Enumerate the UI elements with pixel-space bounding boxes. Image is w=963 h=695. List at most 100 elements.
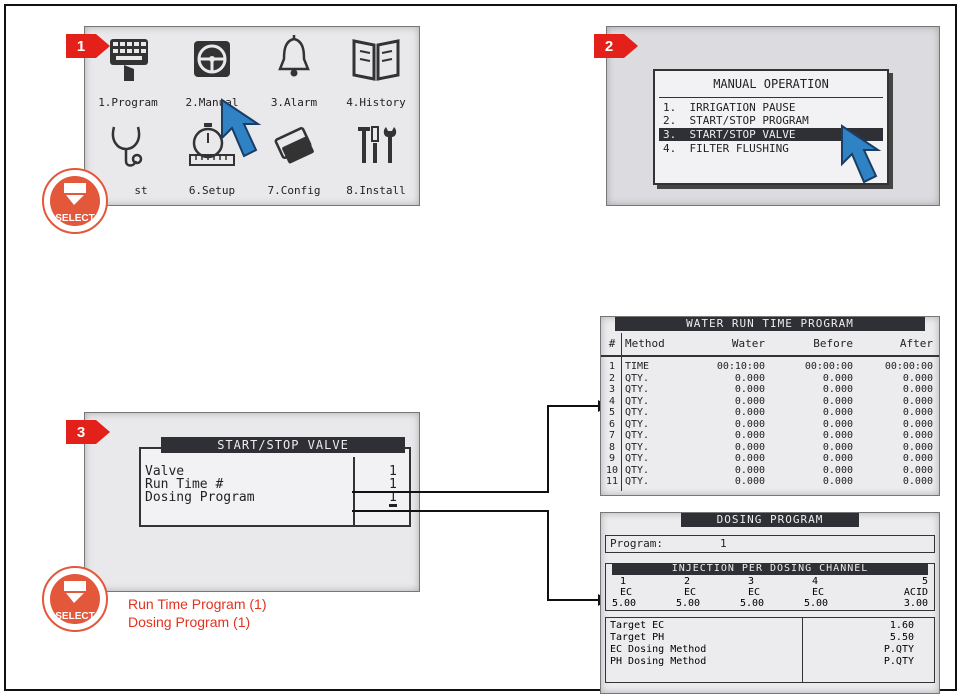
table-cell: 0.000	[734, 453, 765, 464]
table-cell: 0.000	[734, 395, 765, 407]
channel-type: EC	[620, 587, 633, 598]
table-cell: QTY.	[625, 407, 650, 418]
channel-value: 5.00	[676, 598, 701, 609]
table-cell: QTY.	[625, 430, 650, 441]
table-cell: 0.000	[902, 464, 933, 476]
table-row[interactable]: 7 QTY. 0.000 0.000 0.000	[601, 430, 939, 441]
table-header: # Method Water Before After	[601, 333, 939, 357]
column-header: #	[608, 337, 616, 350]
channel-type: EC	[684, 587, 697, 598]
injection-channel[interactable]: 3 EC 5.00	[740, 576, 800, 610]
table-cell: 0.000	[822, 384, 853, 395]
table-row[interactable]: 10 QTY. 0.000 0.000 0.000	[601, 465, 939, 476]
table-row[interactable]: 6 QTY. 0.000 0.000 0.000	[601, 419, 939, 430]
table-row[interactable]: 2 QTY. 0.000 0.000 0.000	[601, 373, 939, 384]
table-cell: 0.000	[902, 430, 933, 441]
param-value: 1.60	[889, 620, 914, 631]
table-cell: QTY.	[625, 372, 650, 384]
param-row[interactable]: PH Dosing Method P.QTY	[606, 656, 934, 668]
dosing-program-screen: DOSING PROGRAM Program: 1 INJECTION PER …	[600, 512, 940, 694]
table-cell: 3	[608, 384, 616, 395]
table-cell: 11	[605, 476, 619, 487]
injection-box: INJECTION PER DOSING CHANNEL 1 EC 5.00 2 EC 5…	[605, 563, 935, 611]
table-cell: QTY.	[625, 464, 650, 476]
table-cell: 0.000	[902, 372, 933, 384]
table-cell: 0.000	[734, 476, 765, 487]
channel-type: EC	[748, 587, 761, 598]
table-cell: 0.000	[822, 453, 853, 464]
table-cell: 00:10:00	[716, 361, 765, 372]
table-cell: 0.000	[902, 453, 933, 464]
injection-title: INJECTION PER DOSING CHANNEL	[612, 563, 928, 575]
channel-type: ACID	[903, 587, 928, 598]
injection-channel[interactable]: 5 ACID 3.00	[868, 576, 928, 610]
water-run-time-title: WATER RUN TIME PROGRAM	[615, 317, 925, 331]
column-header: Method	[625, 337, 665, 350]
program-row: Program: 1	[605, 535, 935, 553]
table-row[interactable]: 3 QTY. 0.000 0.000 0.000	[601, 384, 939, 395]
table-cell: QTY.	[625, 418, 650, 430]
column-header: Before	[813, 337, 853, 350]
connector-run-time	[352, 405, 598, 493]
table-cell: 2	[608, 372, 616, 384]
table-cell: QTY.	[625, 384, 650, 395]
table-cell: 0.000	[734, 464, 765, 476]
table-cell: QTY.	[625, 453, 650, 464]
param-row[interactable]: EC Dosing Method P.QTY	[606, 644, 934, 656]
table-cell: 6	[608, 418, 616, 430]
channel-value: 3.00	[903, 598, 928, 609]
column-header: Water	[731, 337, 765, 350]
dosing-program-title: DOSING PROGRAM	[681, 513, 859, 527]
channel-num: 2	[684, 576, 691, 587]
table-cell: 0.000	[822, 476, 853, 487]
table-row[interactable]: 9 QTY. 0.000 0.000 0.000	[601, 453, 939, 464]
channel-num: 3	[748, 576, 755, 587]
param-row[interactable]: Target EC 1.60	[606, 620, 934, 632]
table-cell: 0.000	[734, 430, 765, 441]
table-cell: 0.000	[822, 430, 853, 441]
table-cell: 0.000	[734, 418, 765, 430]
param-value: 5.50	[889, 632, 914, 643]
table-cell: 10	[605, 464, 619, 476]
param-label: EC Dosing Method	[610, 644, 707, 655]
table-cell: 0.000	[902, 384, 933, 395]
param-label: Target PH	[610, 632, 665, 643]
table-cell: 8	[608, 441, 616, 453]
table-cell: 5	[608, 407, 616, 418]
channel-value: 5.00	[612, 598, 637, 609]
program-value[interactable]: 1	[720, 537, 727, 550]
injection-channel[interactable]: 4 EC 5.00	[804, 576, 864, 610]
table-cell: 00:00:00	[884, 361, 933, 372]
injection-channel[interactable]: 1 EC 5.00	[612, 576, 672, 610]
table-cell: 0.000	[902, 418, 933, 430]
channel-value: 5.00	[804, 598, 829, 609]
table-cell: QTY.	[625, 441, 650, 453]
table-row[interactable]: 11 QTY. 0.000 0.000 0.000	[601, 476, 939, 487]
table-row[interactable]: 8 QTY. 0.000 0.000 0.000	[601, 442, 939, 453]
table-cell: 0.000	[822, 418, 853, 430]
table-cell: 0.000	[734, 441, 765, 453]
table-cell: 7	[608, 430, 616, 441]
channel-value: 5.00	[740, 598, 765, 609]
table-row[interactable]: 5 QTY. 0.000 0.000 0.000	[601, 407, 939, 418]
table-cell: TIME	[625, 361, 650, 372]
program-label: Program:	[610, 537, 663, 550]
table-cell: 00:00:00	[804, 361, 853, 372]
table-cell: 0.000	[822, 395, 853, 407]
channel-num: 1	[620, 576, 627, 587]
injection-channel[interactable]: 2 EC 5.00	[676, 576, 736, 610]
connector-dosing	[352, 510, 598, 601]
table-row[interactable]: 1 TIME 00:10:00 00:00:00 00:00:00	[601, 361, 939, 372]
water-run-time-screen: WATER RUN TIME PROGRAM # Method Water Befor…	[600, 316, 940, 496]
table-cell: 0.000	[902, 407, 933, 418]
injection-channels: 1 EC 5.00 2 EC 5.00 3 EC 5.00 4 EC 5.00 5 ACID 3.00	[606, 576, 934, 610]
table-cell: QTY.	[625, 395, 650, 407]
table-cell: 9	[608, 453, 616, 464]
column-header: After	[899, 337, 933, 350]
table-cell: 0.000	[822, 372, 853, 384]
table-cell: 0.000	[734, 384, 765, 395]
table-row[interactable]: 4 QTY. 0.000 0.000 0.000	[601, 396, 939, 407]
param-row[interactable]: Target PH 5.50	[606, 632, 934, 644]
param-label: PH Dosing Method	[610, 656, 707, 667]
table-cell: 0.000	[902, 395, 933, 407]
